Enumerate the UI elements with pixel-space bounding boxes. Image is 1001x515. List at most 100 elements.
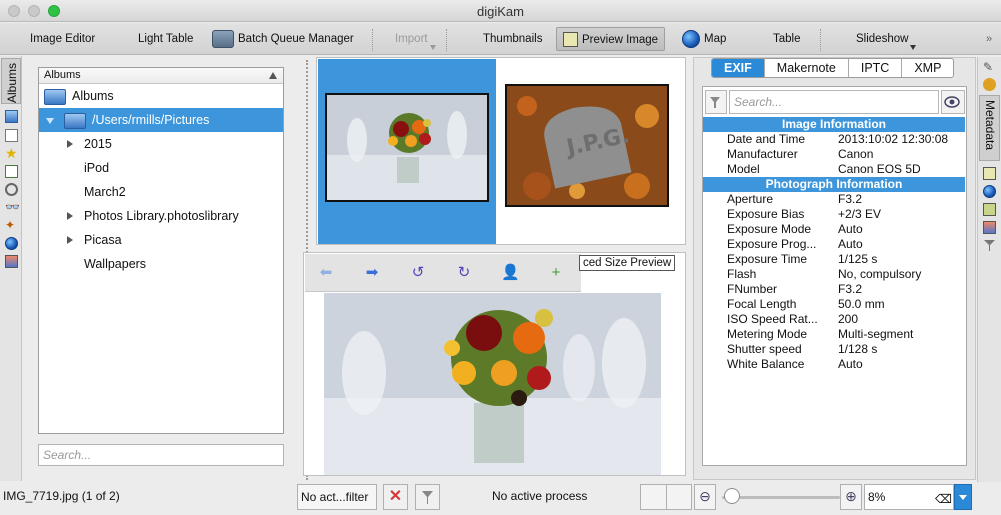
collapsed-triangle-icon[interactable] xyxy=(67,140,73,148)
map-label: Map xyxy=(704,33,727,45)
preview-image[interactable] xyxy=(324,293,661,475)
import-button[interactable]: Import xyxy=(395,27,436,51)
section-image-information[interactable]: Image Information xyxy=(703,117,965,132)
table-view-button[interactable]: Table xyxy=(773,27,801,51)
metadata-label: Model xyxy=(727,162,760,176)
metadata-view-options-button[interactable] xyxy=(941,90,965,114)
tab-xmp[interactable]: XMP xyxy=(902,59,953,77)
properties-icon[interactable] xyxy=(983,78,996,91)
zoom-in-button[interactable]: ⊕ xyxy=(840,484,862,510)
album-item-label: Picasa xyxy=(84,233,122,247)
album-item-picasa[interactable]: Picasa xyxy=(39,228,283,252)
folder-icon xyxy=(64,112,86,129)
image-preview-area[interactable]: ⬅ ➡ ↺ ↻ 👤 + ced Size Preview xyxy=(303,252,686,476)
metadata-label: Focal Length xyxy=(727,297,797,311)
rotate-left-icon[interactable]: ↺ xyxy=(409,264,427,282)
tab-iptc[interactable]: IPTC xyxy=(849,59,903,77)
tags-icon[interactable] xyxy=(5,129,18,142)
forward-arrow-icon[interactable]: ➡ xyxy=(363,264,381,282)
album-item-pictures[interactable]: /Users/rmills/Pictures xyxy=(39,108,283,132)
collapsed-triangle-icon[interactable] xyxy=(67,236,73,244)
tab-makernote[interactable]: Makernote xyxy=(765,59,849,77)
zoom-slider-handle[interactable] xyxy=(724,488,740,504)
pencil-icon[interactable]: ✎ xyxy=(983,61,996,74)
album-item-ipod[interactable]: iPod xyxy=(39,156,283,180)
album-item-2015[interactable]: 2015 xyxy=(39,132,283,156)
star-icon[interactable]: ★ xyxy=(5,146,18,160)
album-item-wallpapers[interactable]: Wallpapers xyxy=(39,252,283,276)
globe-icon xyxy=(682,29,700,48)
colors-icon[interactable] xyxy=(983,167,996,180)
metadata-tab-label: Metadata xyxy=(983,100,997,151)
metadata-label: Flash xyxy=(727,267,757,281)
zoom-dropdown-button[interactable] xyxy=(954,484,972,510)
album-item-photos-library[interactable]: Photos Library.photoslibrary xyxy=(39,204,283,228)
metadata-label: Manufacturer xyxy=(727,147,798,161)
preview-image-label: Preview Image xyxy=(582,34,659,46)
metadata-search-input[interactable]: Search... xyxy=(729,90,939,114)
metadata-sidebar-tab[interactable]: Metadata xyxy=(979,95,1000,161)
zoom-out-button[interactable]: ⊖ xyxy=(694,484,716,510)
albums-sidebar-tab[interactable]: Albums xyxy=(1,58,21,104)
active-filter-indicator[interactable]: No act...filter xyxy=(297,484,377,510)
flower-preview-graphic xyxy=(324,293,661,475)
geolocation-globe-icon[interactable] xyxy=(983,185,996,198)
sort-ascending-icon xyxy=(269,72,277,79)
back-arrow-icon[interactable]: ⬅ xyxy=(317,264,335,282)
album-item-label: Photos Library.photoslibrary xyxy=(84,209,239,223)
person-icon[interactable]: 👤 xyxy=(501,264,520,282)
metadata-tabs: EXIF Makernote IPTC XMP xyxy=(711,58,955,78)
filters-icon[interactable] xyxy=(983,239,996,252)
metadata-label: FNumber xyxy=(727,282,778,296)
rotate-right-icon[interactable]: ↻ xyxy=(455,264,473,282)
clear-filter-button[interactable]: ✕ xyxy=(383,484,408,510)
toolbar-overflow-icon[interactable]: » xyxy=(986,27,992,51)
window-title: digiKam xyxy=(477,4,524,19)
calendar-icon[interactable] xyxy=(5,165,18,178)
jpg-tombstone-thumbnail-graphic: J.P.G. xyxy=(507,86,667,205)
clear-text-icon[interactable]: ⌫ xyxy=(935,492,952,506)
metadata-value: +2/3 EV xyxy=(838,207,882,221)
tab-exif[interactable]: EXIF xyxy=(712,59,765,77)
thumbnail-selected-cell[interactable] xyxy=(318,59,496,244)
thumbnails-view-button[interactable]: Thumbnails xyxy=(483,27,542,51)
binoculars-icon[interactable]: 👓 xyxy=(5,201,20,214)
map-globe-icon[interactable] xyxy=(5,237,18,250)
funnel-icon xyxy=(710,97,720,108)
expanded-triangle-icon[interactable] xyxy=(46,118,54,124)
magic-wand-icon[interactable]: ✦ xyxy=(5,219,18,232)
album-root-item[interactable]: Albums xyxy=(39,84,283,108)
albums-tree-header[interactable]: Albums xyxy=(39,68,283,84)
albums-header-label: Albums xyxy=(44,69,81,81)
toolbar-separator xyxy=(820,29,821,51)
timeline-icon[interactable] xyxy=(5,183,18,196)
eye-icon xyxy=(944,96,960,108)
filter-settings-button[interactable] xyxy=(415,484,440,510)
collapsed-triangle-icon[interactable] xyxy=(67,212,73,220)
albums-search-input[interactable]: Search... xyxy=(38,444,284,466)
metadata-label: Aperture xyxy=(727,192,774,206)
reduced-size-preview-label: ced Size Preview xyxy=(579,255,676,271)
metadata-value: 200 xyxy=(838,312,859,326)
batch-queue-manager-button[interactable]: Batch Queue Manager xyxy=(212,27,354,51)
album-item-march2[interactable]: March2 xyxy=(39,180,283,204)
preview-toolbar: ⬅ ➡ ↺ ↻ 👤 + xyxy=(305,254,581,292)
metadata-filter-button[interactable] xyxy=(705,90,727,114)
thumbnail-image-flowers[interactable] xyxy=(325,93,489,202)
light-table-button[interactable]: Light Table xyxy=(138,27,193,51)
captions-icon[interactable] xyxy=(983,203,996,216)
slideshow-button[interactable]: Slideshow xyxy=(856,27,917,51)
albums-folder-icon[interactable] xyxy=(5,110,18,123)
versions-icon[interactable] xyxy=(983,221,996,234)
albums-root-icon xyxy=(44,88,66,105)
map-view-button[interactable]: Map xyxy=(682,27,726,51)
add-face-tag-icon[interactable]: + xyxy=(547,264,565,282)
people-icon[interactable] xyxy=(5,255,18,268)
metadata-value: 50.0 mm xyxy=(838,297,885,311)
album-item-label: March2 xyxy=(84,185,126,199)
preview-image-view-button[interactable]: Preview Image xyxy=(556,27,666,51)
section-photograph-information[interactable]: Photograph Information xyxy=(703,177,965,192)
metadata-label: Metering Mode xyxy=(727,327,808,341)
image-editor-button[interactable]: Image Editor xyxy=(30,27,95,51)
thumbnail-image-jpg-tombstone[interactable]: J.P.G. xyxy=(505,84,669,207)
